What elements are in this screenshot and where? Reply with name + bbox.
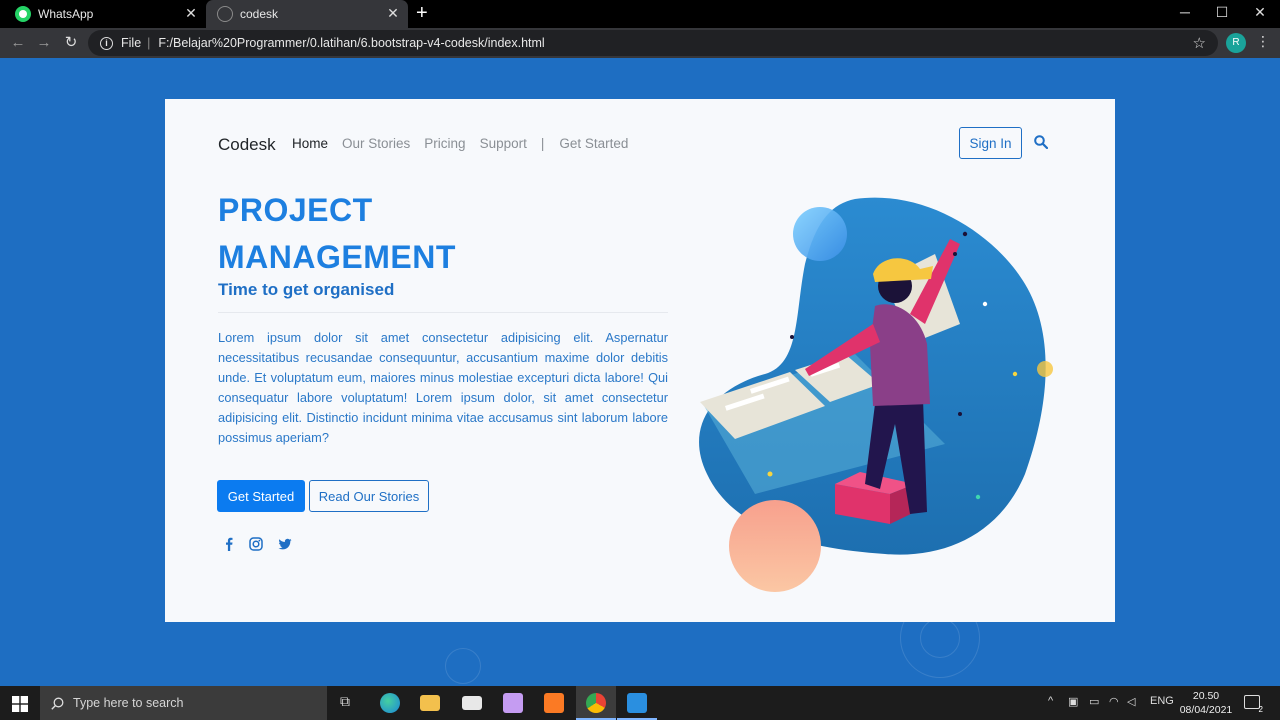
new-tab-button[interactable]: + xyxy=(416,3,428,23)
chevron-up-icon[interactable]: ^ xyxy=(1048,695,1053,707)
photos-icon[interactable] xyxy=(503,693,523,713)
windows-start-icon[interactable] xyxy=(12,696,28,712)
battery-icon[interactable]: ▭ xyxy=(1089,695,1099,708)
forward-icon[interactable]: → xyxy=(34,33,54,53)
facebook-icon[interactable] xyxy=(222,537,236,551)
nav-item-home[interactable]: Home xyxy=(292,136,328,151)
get-started-button[interactable]: Get Started xyxy=(217,480,305,512)
hero-title-line: MANAGEMENT xyxy=(218,239,456,275)
hero-body-text: Lorem ipsum dolor sit amet consectetur a… xyxy=(218,330,668,445)
reload-icon[interactable]: ↻ xyxy=(61,33,81,53)
maximize-icon[interactable]: ☐ xyxy=(1212,4,1232,21)
hero-subtitle: Time to get organised xyxy=(218,280,395,299)
hero-title-line: PROJECT xyxy=(218,192,373,228)
info-icon[interactable]: i xyxy=(100,36,113,50)
illustration-bubble-peach xyxy=(729,500,821,592)
volume-icon[interactable]: ◁ xyxy=(1127,695,1135,708)
taskbar-search-box[interactable]: Type here to search xyxy=(40,686,327,720)
task-view-icon[interactable]: ⧉ xyxy=(340,693,350,710)
search-icon xyxy=(51,697,64,710)
background-ring xyxy=(920,618,960,658)
xampp-icon[interactable] xyxy=(544,693,564,713)
chrome-icon[interactable] xyxy=(586,693,606,713)
tab-whatsapp[interactable]: WhatsApp ✕ xyxy=(0,0,206,28)
back-icon[interactable]: ← xyxy=(8,33,28,53)
tab-title: WhatsApp xyxy=(38,7,94,21)
nav-item-support[interactable]: Support xyxy=(480,136,527,151)
nav-item-get-started[interactable]: Get Started xyxy=(559,136,628,151)
file-explorer-icon[interactable] xyxy=(420,695,440,711)
language-indicator[interactable]: ENG xyxy=(1150,695,1174,707)
taskbar-search-placeholder: Type here to search xyxy=(73,696,184,710)
hero-card: Codesk Home Our Stories Pricing Support … xyxy=(165,99,1115,622)
search-icon[interactable] xyxy=(1034,135,1048,149)
scheme-separator: | xyxy=(147,36,151,50)
nav-item-pricing[interactable]: Pricing xyxy=(424,136,465,151)
hero-title: PROJECT MANAGEMENT xyxy=(218,187,456,281)
read-our-stories-button[interactable]: Read Our Stories xyxy=(309,480,429,512)
close-icon[interactable]: ✕ xyxy=(184,6,198,20)
scheme-label: File xyxy=(121,36,142,50)
taskbar-clock[interactable]: 20.50 08/04/2021 xyxy=(1176,689,1236,717)
tab-title: codesk xyxy=(240,7,279,21)
vscode-icon[interactable] xyxy=(627,693,647,713)
profile-avatar[interactable]: R xyxy=(1226,33,1246,53)
mail-icon[interactable] xyxy=(462,696,482,710)
minimize-icon[interactable]: ─ xyxy=(1175,4,1195,20)
sign-in-button[interactable]: Sign In xyxy=(959,127,1022,159)
globe-icon xyxy=(217,6,233,22)
tab-codesk[interactable]: codesk ✕ xyxy=(206,0,408,28)
notification-center-icon[interactable]: 2 xyxy=(1244,695,1263,714)
whatsapp-icon xyxy=(15,6,31,22)
browser-toolbar: ← → ↻ i File | F:/Belajar%20Programmer/0… xyxy=(0,28,1280,58)
window-close-icon[interactable]: ✕ xyxy=(1250,4,1270,21)
close-icon[interactable]: ✕ xyxy=(386,6,400,20)
hero-illustration xyxy=(699,197,1053,592)
meet-now-icon[interactable]: ▣ xyxy=(1068,695,1078,708)
url-text: F:/Belajar%20Programmer/0.latihan/6.boot… xyxy=(158,36,545,50)
nav-divider: | xyxy=(540,136,545,151)
nav-item-our-stories[interactable]: Our Stories xyxy=(342,136,410,151)
bookmark-star-icon[interactable]: ☆ xyxy=(1193,34,1206,52)
brand-logo[interactable]: Codesk xyxy=(218,135,276,155)
instagram-icon[interactable] xyxy=(249,537,263,551)
clock-time: 20.50 xyxy=(1192,690,1220,702)
illustration-bubble-blue xyxy=(793,207,847,261)
edge-icon[interactable] xyxy=(380,693,400,713)
windows-taskbar: Type here to search ⧉ ^ ▣ ▭ ◠ ◁ ENG 20.5… xyxy=(0,686,1280,720)
notification-count: 2 xyxy=(1258,705,1263,714)
clock-date: 08/04/2021 xyxy=(1179,704,1233,716)
main-nav: Home Our Stories Pricing Support | Get S… xyxy=(292,136,642,151)
address-bar[interactable]: i File | F:/Belajar%20Programmer/0.latih… xyxy=(88,30,1218,56)
divider-line xyxy=(218,312,668,313)
browser-tab-strip: WhatsApp ✕ codesk ✕ + ─ ☐ ✕ xyxy=(0,0,1280,28)
twitter-icon[interactable] xyxy=(278,537,292,551)
wifi-icon[interactable]: ◠ xyxy=(1109,695,1119,708)
menu-icon[interactable]: ⋮ xyxy=(1256,33,1270,50)
background-ring xyxy=(445,648,481,684)
